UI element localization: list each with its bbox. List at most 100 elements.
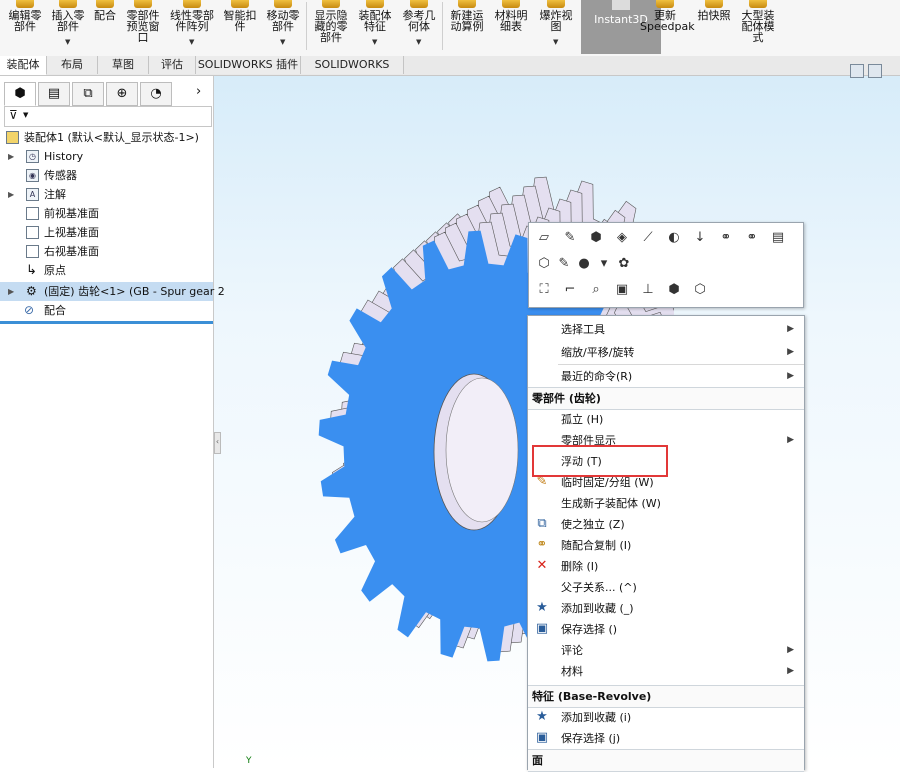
axis-y-label: Y [246, 756, 252, 766]
section-view-icon[interactable]: ⬡ [691, 281, 709, 299]
smart-fastener-button[interactable]: 智能扣 件 [220, 0, 260, 54]
edit-sketch-icon[interactable]: ✎ [555, 255, 573, 273]
tree-item-mates[interactable]: ⊘ 配合 [0, 301, 213, 320]
assembly-icon[interactable]: ⬢ [587, 229, 605, 247]
show-hidden-components-button[interactable]: 显示隐 藏的零 部件 [310, 0, 352, 54]
large-assembly-mode-button[interactable]: 大型装 配体模 式 [736, 0, 780, 54]
menu-item-parent-child[interactable]: 父子关系... (^) [528, 577, 804, 598]
search-icon[interactable]: ⌕ [587, 281, 605, 299]
tab-sketch[interactable]: 草图 [98, 56, 149, 74]
edit-component-button[interactable]: 编辑零 部件 [4, 0, 46, 54]
view-icon[interactable]: ▣ [613, 281, 631, 299]
open-part-icon[interactable]: ▱ [535, 229, 553, 247]
hide-show-icon[interactable]: ◈ [613, 229, 631, 247]
favorites-icon: ★ [536, 600, 548, 615]
menu-item-selection-tools[interactable]: 选择工具 ▶ [528, 319, 804, 340]
tree-item-right-plane[interactable]: 右视基准面 [0, 242, 213, 261]
tab-solidworks-addins[interactable]: SOLIDWORKS 插件 [196, 56, 301, 74]
mate-icon[interactable]: ⚭ [717, 229, 735, 247]
assembly-features-button[interactable]: 装配体 特征 ▼ [354, 0, 396, 54]
pin-icon[interactable]: ↓ [691, 229, 709, 247]
expand-arrow-icon[interactable]: ▶ [8, 147, 14, 166]
tree-item-annotations[interactable]: ▶ A 注解 [0, 185, 213, 204]
3d-view-icon[interactable]: ⬢ [665, 281, 683, 299]
color-icon[interactable]: ● [575, 255, 593, 273]
submenu-arrow-icon: ▶ [787, 371, 794, 381]
menu-item-comment[interactable]: 评论 ▶ [528, 640, 804, 661]
tab-layout[interactable]: 布局 [47, 56, 98, 74]
palette-icon[interactable]: ✿ [615, 255, 633, 273]
propertymanager-tab-icon[interactable]: ▤ [38, 82, 70, 106]
bill-of-materials-button[interactable]: 材料明 细表 [490, 0, 532, 54]
menu-item-form-new-subassembly[interactable]: 生成新子装配体 (W) [528, 493, 804, 514]
take-snapshot-button[interactable]: 拍快照 [694, 0, 734, 54]
menu-item-temp-fix-group[interactable]: ✎ 临时固定/分组 (W) [528, 472, 804, 493]
submenu-arrow-icon: ▶ [787, 347, 794, 357]
display-manager-tab-icon[interactable]: ◔ [140, 82, 172, 106]
expand-arrow-icon[interactable]: ▶ [8, 282, 14, 301]
new-motion-study-button[interactable]: 新建运 动算例 [446, 0, 488, 54]
tab-solidworks-mbd[interactable]: SOLIDWORKS MBD [301, 56, 404, 89]
tree-item-front-plane[interactable]: 前视基准面 [0, 204, 213, 223]
menu-item-save-selection[interactable]: ▣ 保存选择 () [528, 619, 804, 640]
view-cube-icon[interactable] [850, 64, 864, 78]
sensor-icon: ◉ [26, 169, 39, 182]
chevron-down-icon[interactable]: ▾ [595, 255, 613, 273]
expand-arrow-icon[interactable]: ▶ [8, 185, 14, 204]
menu-item-zoom-pan-rotate[interactable]: 缩放/平移/旋转 ▶ [528, 342, 804, 363]
tree-item-sensors[interactable]: ◉ 传感器 [0, 166, 213, 185]
move-component-button[interactable]: 移动零 部件 ▼ [262, 0, 304, 54]
speedpak-icon [656, 0, 674, 8]
tree-filter[interactable]: ⊽ ▼ [4, 106, 212, 127]
component-preview-button[interactable]: 零部件 预览窗 口 [122, 0, 164, 54]
suppress-icon[interactable]: ⟋ [639, 229, 657, 247]
reference-geometry-button[interactable]: 参考几 何体 ▼ [398, 0, 440, 54]
tree-root-assembly[interactable]: 装配体1 (默认<默认_显示状态-1>) [0, 128, 213, 147]
update-speedpak-button[interactable]: 更新 Speedpak [640, 0, 695, 54]
panel-splitter-handle[interactable]: ‹ [214, 432, 221, 454]
menu-item-component-display[interactable]: 零部件显示 ▶ [528, 430, 804, 451]
menu-item-float[interactable]: 浮动 (T) [528, 451, 804, 472]
insert-component-button[interactable]: 插入零 部件 ▼ [48, 0, 88, 54]
tree-item-history[interactable]: ▶ ◷ History [0, 147, 213, 166]
origin-icon: ↳ [26, 263, 37, 278]
edit-icon[interactable]: ✎ [561, 229, 579, 247]
configurationmanager-tab-icon[interactable]: ⧉ [72, 82, 104, 106]
normal-to-icon[interactable]: ⊥ [639, 281, 657, 299]
menu-item-copy-with-mates[interactable]: ⚭ 随配合复制 (I) [528, 535, 804, 556]
menu-item-material[interactable]: 材料 ▶ [528, 661, 804, 682]
chevron-down-icon: ▼ [416, 38, 422, 46]
history-icon: ◷ [26, 150, 39, 163]
tree-item-gear-component[interactable]: ▶ ⚙ (固定) 齿轮<1> (GB - Spur gear 2 [0, 282, 225, 301]
menu-item-feature-add-to-favorites[interactable]: ★ 添加到收藏 (i) [528, 707, 804, 728]
menu-item-isolate[interactable]: 孤立 (H) [528, 409, 804, 430]
menu-item-recent-commands[interactable]: 最近的命令(R) ▶ [528, 366, 804, 387]
table-icon[interactable]: ▤ [769, 229, 787, 247]
featuremanager-tab-icon[interactable]: ⬢ [4, 82, 36, 106]
dimxpert-tab-icon[interactable]: ⊕ [106, 82, 138, 106]
move-icon[interactable]: ⬡ [535, 255, 553, 273]
tab-assembly[interactable]: 装配体 [0, 56, 47, 75]
menu-item-add-to-favorites[interactable]: ★ 添加到收藏 (_) [528, 598, 804, 619]
tab-evaluate[interactable]: 评估 [149, 56, 196, 74]
tree-rollback-bar[interactable] [0, 321, 213, 324]
menu-section-face: 面 [528, 749, 804, 772]
make-independent-icon: ⧉ [537, 516, 547, 531]
menu-item-make-independent[interactable]: ⧉ 使之独立 (Z) [528, 514, 804, 535]
tree-item-top-plane[interactable]: 上视基准面 [0, 223, 213, 242]
zoom-icon[interactable]: ⛶ [535, 281, 553, 299]
linear-pattern-button[interactable]: 线性零部 件阵列 ▼ [166, 0, 218, 54]
submenu-arrow-icon: ▶ [787, 435, 794, 445]
context-toolbar: ▱ ✎ ⬢ ◈ ⟋ ◐ ↓ ⚭ ⚭ ▤ ⬡ ✎ ● ▾ ✿ ⛶ ⌐ ⌕ ▣ ⊥ ⬢ ⬡ [528, 222, 804, 308]
chevron-right-icon[interactable]: › [196, 84, 201, 99]
menu-section-feature: 特征 (Base-Revolve) [528, 685, 804, 708]
menu-item-feature-save-selection[interactable]: ▣ 保存选择 (j) [528, 728, 804, 749]
tree-item-origin[interactable]: ↳ 原点 [0, 261, 213, 280]
mate-ref-icon[interactable]: ⚭ [743, 229, 761, 247]
menu-item-delete[interactable]: ✕ 删除 (I) [528, 556, 804, 577]
appearance-icon[interactable]: ◐ [665, 229, 683, 247]
rotate-icon[interactable]: ⌐ [561, 281, 579, 299]
display-style-icon[interactable] [868, 64, 882, 78]
mate-button[interactable]: 配合 [90, 0, 120, 54]
exploded-view-button[interactable]: 爆炸视 图 ▼ [534, 0, 578, 54]
